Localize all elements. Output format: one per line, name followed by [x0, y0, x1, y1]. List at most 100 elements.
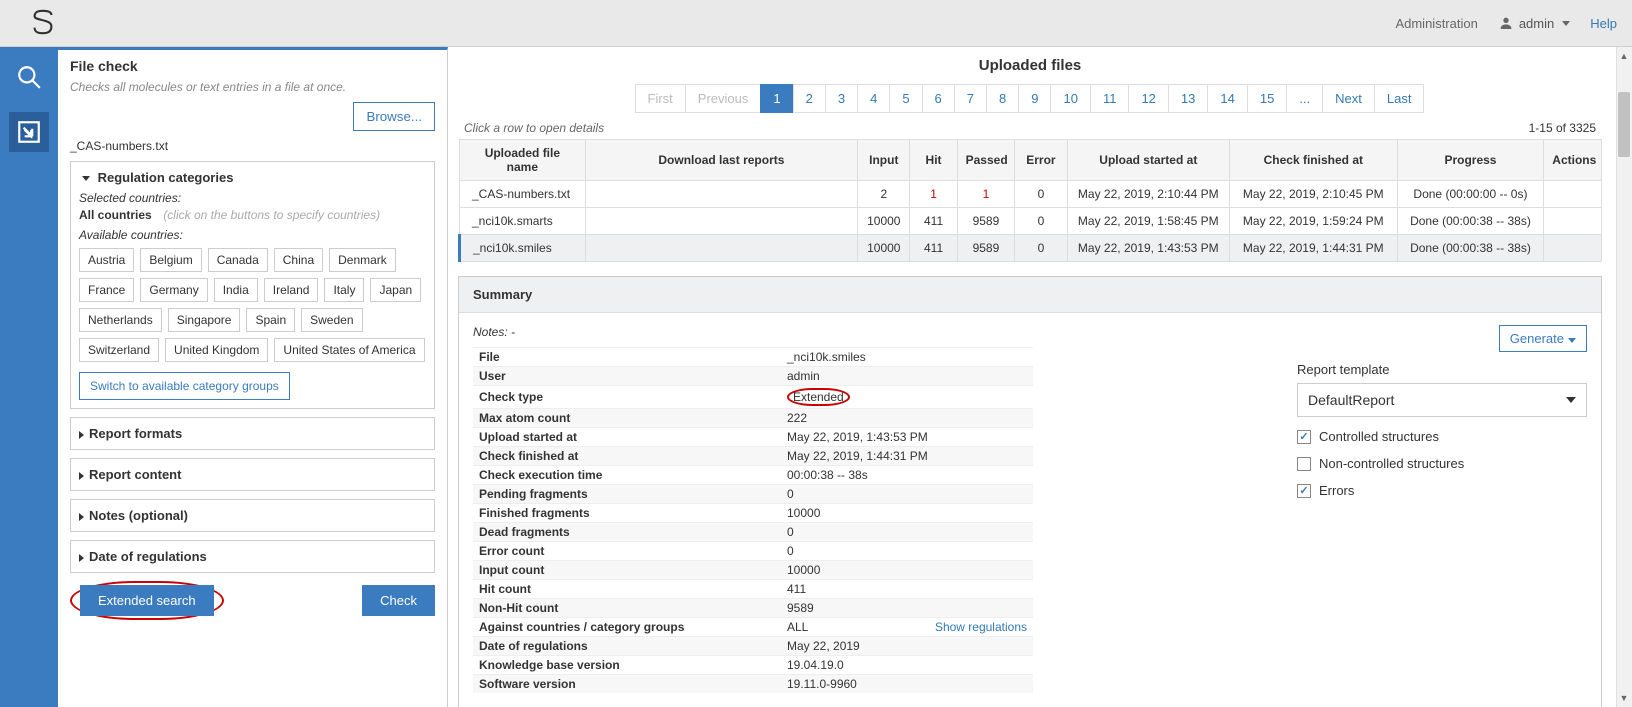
pager-item[interactable]: 1	[760, 84, 793, 113]
country-chip[interactable]: Japan	[370, 278, 421, 302]
pager-item[interactable]: Last	[1374, 84, 1425, 113]
report-formats-acc[interactable]: Report formats	[70, 417, 435, 450]
rail-search[interactable]	[9, 57, 49, 97]
pager-item[interactable]: 8	[986, 84, 1019, 113]
country-chip[interactable]: Sweden	[301, 308, 362, 332]
user-label: admin	[1519, 16, 1554, 31]
country-chip[interactable]: France	[79, 278, 134, 302]
table-cell: Done (00:00:38 -- 38s)	[1397, 235, 1544, 262]
country-chip[interactable]: Netherlands	[79, 308, 162, 332]
panel-title: File check	[70, 58, 435, 74]
country-chip[interactable]: Italy	[324, 278, 364, 302]
pager-item[interactable]: 9	[1018, 84, 1051, 113]
pager-item[interactable]: 15	[1247, 84, 1287, 113]
table-row[interactable]: _CAS-numbers.txt2110May 22, 2019, 2:10:4…	[460, 181, 1602, 208]
regulation-categories-header[interactable]: Regulation categories	[79, 170, 426, 185]
summary-row: Error count0	[473, 542, 1033, 561]
table-col-header: Actions	[1544, 140, 1602, 181]
summary-key: Finished fragments	[473, 504, 781, 523]
table-col-header: Input	[858, 140, 910, 181]
controlled-structures-checkbox[interactable]: Controlled structures	[1297, 429, 1587, 444]
notes-acc[interactable]: Notes (optional)	[70, 499, 435, 532]
table-cell: 10000	[858, 208, 910, 235]
summary-row: Max atom count222	[473, 409, 1033, 428]
summary-value: May 22, 2019, 1:44:31 PM	[781, 447, 1033, 466]
country-chip[interactable]: Belgium	[140, 248, 201, 272]
country-chip[interactable]: Denmark	[329, 248, 396, 272]
pager-item[interactable]: 5	[889, 84, 922, 113]
browse-button[interactable]: Browse...	[353, 102, 435, 131]
table-cell: 411	[910, 208, 957, 235]
table-cell: Done (00:00:38 -- 38s)	[1397, 208, 1544, 235]
user-menu[interactable]: admin	[1498, 15, 1570, 31]
scrollbar[interactable]: ▲ ▼	[1616, 47, 1632, 707]
summary-row: Input count10000	[473, 561, 1033, 580]
switch-category-groups-button[interactable]: Switch to available category groups	[79, 372, 290, 400]
pager-item[interactable]: 7	[954, 84, 987, 113]
summary-value: admin	[781, 367, 1033, 386]
errors-checkbox[interactable]: Errors	[1297, 483, 1587, 498]
pager-item[interactable]: 2	[793, 84, 826, 113]
table-cell: 0	[1015, 208, 1067, 235]
summary-row: Check execution time00:00:38 -- 38s	[473, 466, 1033, 485]
administration-link[interactable]: Administration	[1395, 16, 1477, 31]
search-icon	[16, 64, 42, 90]
summary-row: Knowledge base version19.04.19.0	[473, 656, 1033, 675]
summary-value: _nci10k.smiles	[781, 348, 1033, 367]
rail-file-check[interactable]	[9, 112, 49, 152]
pager-item[interactable]: 3	[825, 84, 858, 113]
summary-value: ALLShow regulations	[781, 618, 1033, 637]
country-chip[interactable]: Germany	[140, 278, 207, 302]
pager-item[interactable]: 4	[857, 84, 890, 113]
pager-item[interactable]: 11	[1090, 84, 1130, 113]
table-cell	[1544, 208, 1602, 235]
report-content-acc[interactable]: Report content	[70, 458, 435, 491]
country-chip[interactable]: Singapore	[168, 308, 241, 332]
summary-value: 0	[781, 523, 1033, 542]
show-regulations-link[interactable]: Show regulations	[935, 620, 1027, 634]
row-help-text: Click a row to open details	[464, 121, 604, 135]
summary-key: Upload started at	[473, 428, 781, 447]
help-link[interactable]: Help	[1590, 16, 1617, 31]
report-template-select[interactable]: DefaultReport	[1297, 383, 1587, 417]
pager-item[interactable]: 10	[1050, 84, 1090, 113]
country-chip[interactable]: India	[214, 278, 258, 302]
pager-item[interactable]: Next	[1322, 84, 1375, 113]
scroll-down-icon[interactable]: ▼	[1618, 691, 1630, 705]
chevron-down-icon	[1566, 397, 1576, 403]
date-of-regulations-acc[interactable]: Date of regulations	[70, 540, 435, 573]
summary-row: Check typeExtended	[473, 386, 1033, 409]
summary-key: Error count	[473, 542, 781, 561]
extended-search-button[interactable]: Extended search	[80, 585, 214, 616]
summary-row: Useradmin	[473, 367, 1033, 386]
check-button[interactable]: Check	[362, 585, 435, 616]
pager-item[interactable]: ...	[1286, 84, 1323, 113]
regulation-categories-box: Regulation categories Selected countries…	[70, 161, 435, 409]
country-chip[interactable]: Ireland	[264, 278, 319, 302]
top-bar: Administration admin Help	[0, 0, 1632, 47]
country-chip[interactable]: Austria	[79, 248, 134, 272]
country-chip[interactable]: Canada	[208, 248, 268, 272]
table-row[interactable]: _nci10k.smarts1000041195890May 22, 2019,…	[460, 208, 1602, 235]
non-controlled-structures-checkbox[interactable]: Non-controlled structures	[1297, 456, 1587, 471]
uploaded-files-title: Uploaded files	[458, 57, 1602, 74]
pager-item[interactable]: 14	[1207, 84, 1247, 113]
scroll-up-icon[interactable]: ▲	[1618, 49, 1630, 63]
country-chip[interactable]: China	[274, 248, 323, 272]
pager-item[interactable]: 6	[922, 84, 955, 113]
table-cell	[1544, 235, 1602, 262]
summary-value: 0	[781, 542, 1033, 561]
scrollbar-thumb[interactable]	[1618, 92, 1630, 157]
pager-item[interactable]: 13	[1168, 84, 1208, 113]
country-chip[interactable]: United Kingdom	[165, 338, 268, 362]
generate-button[interactable]: Generate	[1499, 325, 1587, 352]
country-chip[interactable]: United States of America	[274, 338, 424, 362]
country-chip[interactable]: Spain	[246, 308, 295, 332]
country-chip[interactable]: Switzerland	[79, 338, 159, 362]
pager-item[interactable]: 12	[1128, 84, 1168, 113]
chevron-right-icon	[79, 431, 84, 439]
table-row[interactable]: _nci10k.smiles1000041195890May 22, 2019,…	[460, 235, 1602, 262]
summary-row: Check finished atMay 22, 2019, 1:44:31 P…	[473, 447, 1033, 466]
summary-value: Extended	[781, 386, 1033, 409]
table-cell	[585, 208, 857, 235]
